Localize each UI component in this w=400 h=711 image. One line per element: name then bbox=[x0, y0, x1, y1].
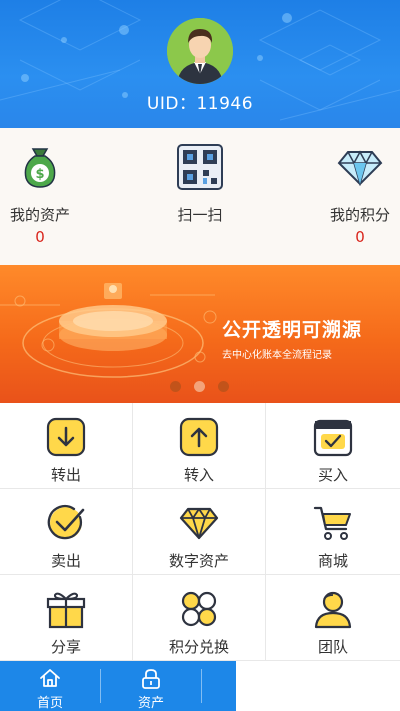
stats-strip: $ 我的资产 0 扫一扫 我的积分 0 bbox=[0, 128, 400, 265]
avatar[interactable] bbox=[167, 18, 233, 84]
my-assets-label: 我的资产 bbox=[9, 206, 70, 224]
sell-button[interactable]: 卖出 bbox=[0, 489, 133, 575]
share-label: 分享 bbox=[50, 638, 81, 656]
transfer-out-button[interactable]: 转出 bbox=[0, 403, 133, 489]
sell-icon bbox=[47, 504, 85, 540]
transfer-in-label: 转入 bbox=[183, 466, 214, 484]
transfer-out-label: 转出 bbox=[50, 466, 81, 484]
user-avatar-icon bbox=[167, 18, 233, 84]
my-points-label: 我的积分 bbox=[329, 206, 390, 224]
profile-header: UID：11946 bbox=[0, 0, 400, 128]
my-assets-stat[interactable]: $ 我的资产 0 bbox=[0, 128, 95, 265]
gift-icon bbox=[46, 592, 86, 629]
nav-blank-area bbox=[236, 661, 400, 711]
function-grid: 转出 转入 买入 卖出 数字资产 商城 分享 积分兑换 团队 bbox=[0, 403, 400, 661]
mall-label: 商城 bbox=[317, 552, 348, 570]
nav-assets[interactable]: 资产 bbox=[101, 661, 201, 711]
lock-icon bbox=[142, 669, 160, 689]
nav-assets-label: 资产 bbox=[137, 696, 164, 711]
scan-stat[interactable]: 扫一扫 bbox=[145, 128, 255, 265]
qr-code-icon bbox=[177, 144, 223, 190]
diamond-points-icon bbox=[337, 150, 383, 186]
digital-assets-button[interactable]: 数字资产 bbox=[133, 489, 266, 575]
points-exchange-icon bbox=[181, 591, 217, 627]
share-button[interactable]: 分享 bbox=[0, 575, 133, 661]
digital-assets-label: 数字资产 bbox=[168, 552, 229, 570]
buy-icon bbox=[313, 419, 353, 457]
transfer-in-button[interactable]: 转入 bbox=[133, 403, 266, 489]
scan-label: 扫一扫 bbox=[177, 206, 223, 224]
buy-label: 买入 bbox=[317, 466, 348, 484]
banner-title: 公开透明可溯源 bbox=[222, 319, 363, 341]
mall-button[interactable]: 商城 bbox=[266, 489, 400, 575]
my-points-value: 0 bbox=[355, 228, 365, 246]
transfer-in-icon bbox=[179, 417, 219, 457]
nav-home[interactable]: 首页 bbox=[0, 661, 100, 711]
svg-text:$: $ bbox=[35, 167, 44, 182]
carousel-dot-3[interactable] bbox=[218, 381, 229, 392]
team-icon bbox=[314, 591, 352, 629]
nav-home-label: 首页 bbox=[36, 696, 63, 711]
diamond-icon bbox=[179, 507, 219, 540]
bottom-nav: 首页 资产 bbox=[0, 661, 400, 711]
carousel-dot-2[interactable] bbox=[194, 381, 205, 392]
carousel-dot-1[interactable] bbox=[170, 381, 181, 392]
nav-divider bbox=[201, 669, 202, 703]
my-assets-value: 0 bbox=[35, 228, 45, 246]
banner-subtitle: 去中心化账本全流程记录 bbox=[222, 350, 332, 361]
buy-button[interactable]: 买入 bbox=[266, 403, 400, 489]
sell-label: 卖出 bbox=[50, 552, 81, 570]
team-button[interactable]: 团队 bbox=[266, 575, 400, 661]
bottom-nav-tabs: 首页 资产 bbox=[0, 661, 236, 711]
my-points-stat[interactable]: 我的积分 0 bbox=[305, 128, 400, 265]
cart-icon bbox=[313, 506, 351, 540]
promo-banner[interactable]: 公开透明可溯源 去中心化账本全流程记录 bbox=[0, 265, 400, 403]
money-bag-icon: $ bbox=[24, 148, 56, 188]
home-icon bbox=[40, 669, 60, 687]
points-exchange-button[interactable]: 积分兑换 bbox=[133, 575, 266, 661]
user-id-label: UID：11946 bbox=[146, 94, 254, 114]
transfer-out-icon bbox=[46, 417, 86, 457]
points-exchange-label: 积分兑换 bbox=[168, 638, 229, 656]
team-label: 团队 bbox=[317, 638, 348, 656]
